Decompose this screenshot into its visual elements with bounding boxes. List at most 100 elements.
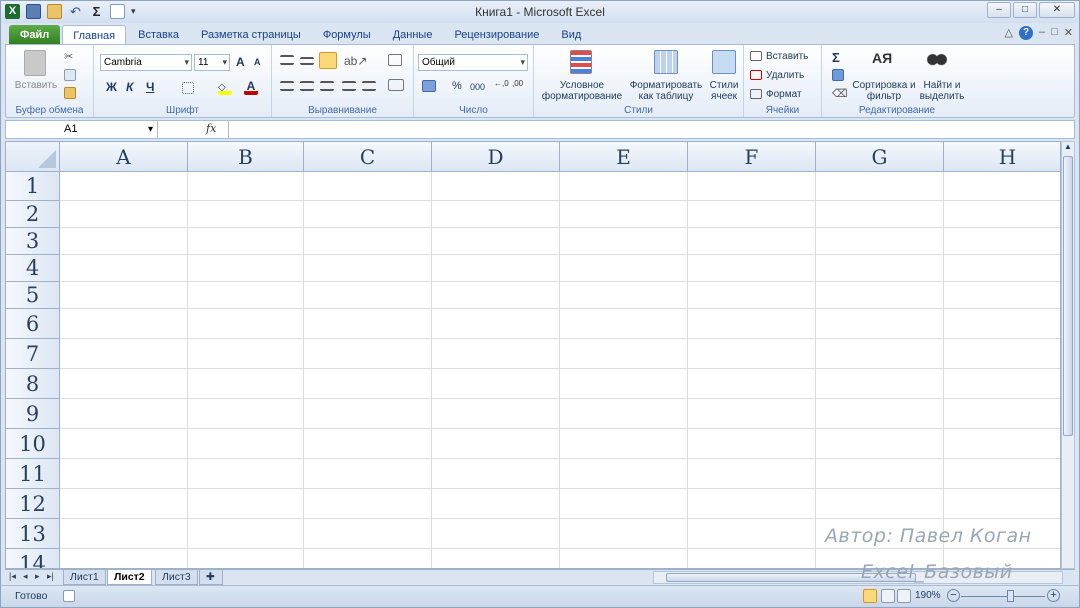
maximize-button[interactable]: □ bbox=[1013, 2, 1037, 18]
column-header-e[interactable]: E bbox=[560, 142, 688, 172]
page-layout-view-icon[interactable] bbox=[881, 589, 895, 603]
merge-center-icon[interactable] bbox=[388, 79, 404, 91]
paste-icon[interactable] bbox=[24, 50, 46, 76]
increase-decimal-icon[interactable]: ←,0 bbox=[494, 79, 509, 88]
row-header-12[interactable]: 12 bbox=[6, 489, 60, 519]
workbook-minimize-button[interactable]: – bbox=[1039, 26, 1045, 40]
number-format-select[interactable]: Общий bbox=[418, 54, 528, 71]
scroll-up-icon[interactable]: ▲ bbox=[1064, 142, 1072, 151]
last-sheet-icon[interactable]: ▸| bbox=[47, 571, 54, 582]
sheet-tab-2[interactable]: Лист2 bbox=[107, 570, 152, 585]
name-box[interactable]: A1 bbox=[6, 121, 158, 138]
zoom-out-icon[interactable]: − bbox=[947, 589, 960, 602]
wrap-text-icon[interactable] bbox=[388, 54, 402, 66]
fill-color-icon[interactable]: ◇ bbox=[218, 82, 232, 95]
minimize-ribbon-icon[interactable]: △ bbox=[1005, 26, 1013, 40]
zoom-slider[interactable] bbox=[961, 596, 1045, 597]
format-cells-button[interactable]: Формат bbox=[766, 89, 802, 100]
tab-home[interactable]: Главная bbox=[62, 25, 127, 45]
thousands-button[interactable]: 000 bbox=[470, 82, 485, 93]
first-sheet-icon[interactable]: |◂ bbox=[9, 571, 16, 582]
row-header-2[interactable]: 2 bbox=[6, 201, 60, 228]
underline-button[interactable]: Ч bbox=[146, 80, 154, 94]
row-header-4[interactable]: 4 bbox=[6, 255, 60, 282]
select-all-button[interactable] bbox=[6, 142, 60, 172]
row-header-1[interactable]: 1 bbox=[6, 172, 60, 201]
row-header-11[interactable]: 11 bbox=[6, 459, 60, 489]
row-header-7[interactable]: 7 bbox=[6, 339, 60, 369]
tab-insert[interactable]: Вставка bbox=[128, 25, 189, 45]
column-header-a[interactable]: A bbox=[60, 142, 188, 172]
conditional-formatting-icon[interactable] bbox=[570, 50, 592, 74]
fill-icon[interactable] bbox=[832, 69, 844, 81]
align-left-icon[interactable] bbox=[280, 81, 294, 91]
row-header-10[interactable]: 10 bbox=[6, 429, 60, 459]
align-bottom-icon[interactable] bbox=[319, 52, 337, 69]
percent-button[interactable]: % bbox=[452, 81, 462, 92]
format-as-table-icon[interactable] bbox=[654, 50, 678, 74]
workbook-restore-button[interactable]: □ bbox=[1051, 26, 1058, 40]
formula-input[interactable] bbox=[232, 121, 1074, 138]
delete-cells-icon[interactable] bbox=[750, 70, 762, 80]
paste-button[interactable]: Вставить bbox=[12, 80, 60, 91]
shrink-font-button[interactable]: A bbox=[254, 57, 261, 67]
clear-icon[interactable]: ⌫ bbox=[832, 87, 848, 100]
tab-data[interactable]: Данные bbox=[383, 25, 443, 45]
row-header-5[interactable]: 5 bbox=[6, 282, 60, 309]
insert-function-button[interactable]: fx bbox=[206, 122, 216, 135]
close-button[interactable]: ✕ bbox=[1039, 2, 1075, 18]
zoom-slider-thumb[interactable] bbox=[1007, 590, 1014, 602]
row-header-3[interactable]: 3 bbox=[6, 228, 60, 255]
row-header-6[interactable]: 6 bbox=[6, 309, 60, 339]
vertical-scrollbar[interactable]: ▲ bbox=[1061, 141, 1075, 569]
currency-icon[interactable] bbox=[422, 80, 436, 92]
grow-font-button[interactable]: A bbox=[236, 55, 245, 69]
find-select-icon[interactable] bbox=[926, 50, 948, 74]
sort-filter-button[interactable]: Сортировка и фильтр bbox=[852, 80, 916, 102]
conditional-formatting-button[interactable]: Условное форматирование bbox=[536, 80, 628, 102]
increase-indent-icon[interactable] bbox=[362, 81, 376, 91]
cell-styles-icon[interactable] bbox=[712, 50, 736, 74]
align-middle-icon[interactable] bbox=[300, 57, 314, 65]
decrease-decimal-icon[interactable]: ,00 bbox=[512, 79, 523, 88]
column-header-f[interactable]: F bbox=[688, 142, 816, 172]
font-name-select[interactable]: Cambria bbox=[100, 54, 192, 71]
bold-button[interactable]: Ж bbox=[106, 80, 117, 94]
tab-file[interactable]: Файл bbox=[9, 25, 61, 45]
align-right-icon[interactable] bbox=[320, 81, 334, 91]
tab-page-layout[interactable]: Разметка страницы bbox=[191, 25, 311, 45]
row-header-13[interactable]: 13 bbox=[6, 519, 60, 549]
minimize-button[interactable]: – bbox=[987, 2, 1011, 18]
cut-icon[interactable]: ✂ bbox=[64, 50, 76, 63]
help-icon[interactable]: ? bbox=[1019, 26, 1033, 40]
borders-icon[interactable] bbox=[182, 82, 194, 94]
autosum-button[interactable]: Σ bbox=[832, 50, 840, 65]
delete-cells-button[interactable]: Удалить bbox=[766, 70, 804, 81]
format-painter-icon[interactable] bbox=[64, 87, 76, 99]
insert-cells-button[interactable]: Вставить bbox=[766, 51, 808, 62]
worksheet-grid[interactable]: A B C D E F G H 1 2 3 4 5 6 7 8 9 10 11 12 13 14 bbox=[5, 141, 1061, 569]
next-sheet-icon[interactable]: ▸ bbox=[35, 571, 40, 582]
font-size-select[interactable]: 11 bbox=[194, 54, 230, 71]
tab-review[interactable]: Рецензирование bbox=[444, 25, 549, 45]
prev-sheet-icon[interactable]: ◂ bbox=[23, 571, 28, 582]
italic-button[interactable]: К bbox=[126, 80, 133, 94]
tab-view[interactable]: Вид bbox=[551, 25, 591, 45]
page-break-view-icon[interactable] bbox=[897, 589, 911, 603]
workbook-close-button[interactable]: ✕ bbox=[1064, 26, 1073, 40]
column-header-h[interactable]: H bbox=[944, 142, 1060, 172]
row-header-14[interactable]: 14 bbox=[6, 549, 60, 568]
sort-filter-icon[interactable]: AЯ bbox=[872, 50, 898, 74]
column-header-c[interactable]: C bbox=[304, 142, 432, 172]
row-header-8[interactable]: 8 bbox=[6, 369, 60, 399]
find-select-button[interactable]: Найти и выделить bbox=[916, 80, 968, 102]
align-center-icon[interactable] bbox=[300, 81, 314, 91]
column-header-b[interactable]: B bbox=[188, 142, 304, 172]
column-header-d[interactable]: D bbox=[432, 142, 560, 172]
font-color-icon[interactable]: A bbox=[244, 79, 258, 95]
align-top-icon[interactable] bbox=[280, 55, 294, 65]
format-as-table-button[interactable]: Форматировать как таблицу bbox=[628, 80, 704, 102]
row-header-9[interactable]: 9 bbox=[6, 399, 60, 429]
normal-view-icon[interactable] bbox=[863, 589, 877, 603]
column-header-g[interactable]: G bbox=[816, 142, 944, 172]
